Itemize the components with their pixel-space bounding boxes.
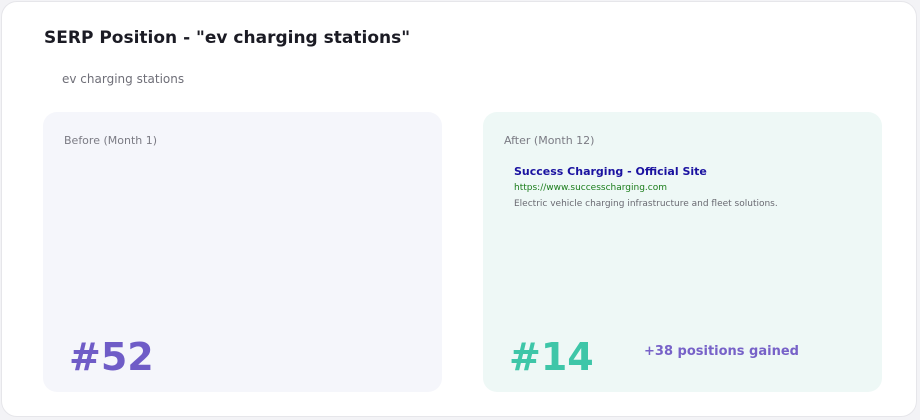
keyword-label: ev charging stations xyxy=(62,72,185,86)
search-result-title[interactable]: Success Charging - Official Site xyxy=(514,164,778,180)
before-panel: Before (Month 1) #52 xyxy=(43,112,442,392)
after-panel: After (Month 12) Success Charging - Offi… xyxy=(483,112,882,392)
serp-position-card: SERP Position - "ev charging stations" e… xyxy=(1,1,917,417)
after-rank: #14 xyxy=(509,335,594,379)
before-rank: #52 xyxy=(69,335,154,379)
before-panel-label: Before (Month 1) xyxy=(64,134,158,147)
after-panel-label: After (Month 12) xyxy=(504,134,595,147)
search-result-description: Electric vehicle charging infrastructure… xyxy=(514,199,778,209)
search-result-url[interactable]: https://www.successcharging.com xyxy=(514,181,778,195)
search-result: Success Charging - Official Site https:/… xyxy=(514,164,778,211)
page-title: SERP Position - "ev charging stations" xyxy=(44,28,411,48)
positions-gained-label: +38 positions gained xyxy=(644,344,799,359)
